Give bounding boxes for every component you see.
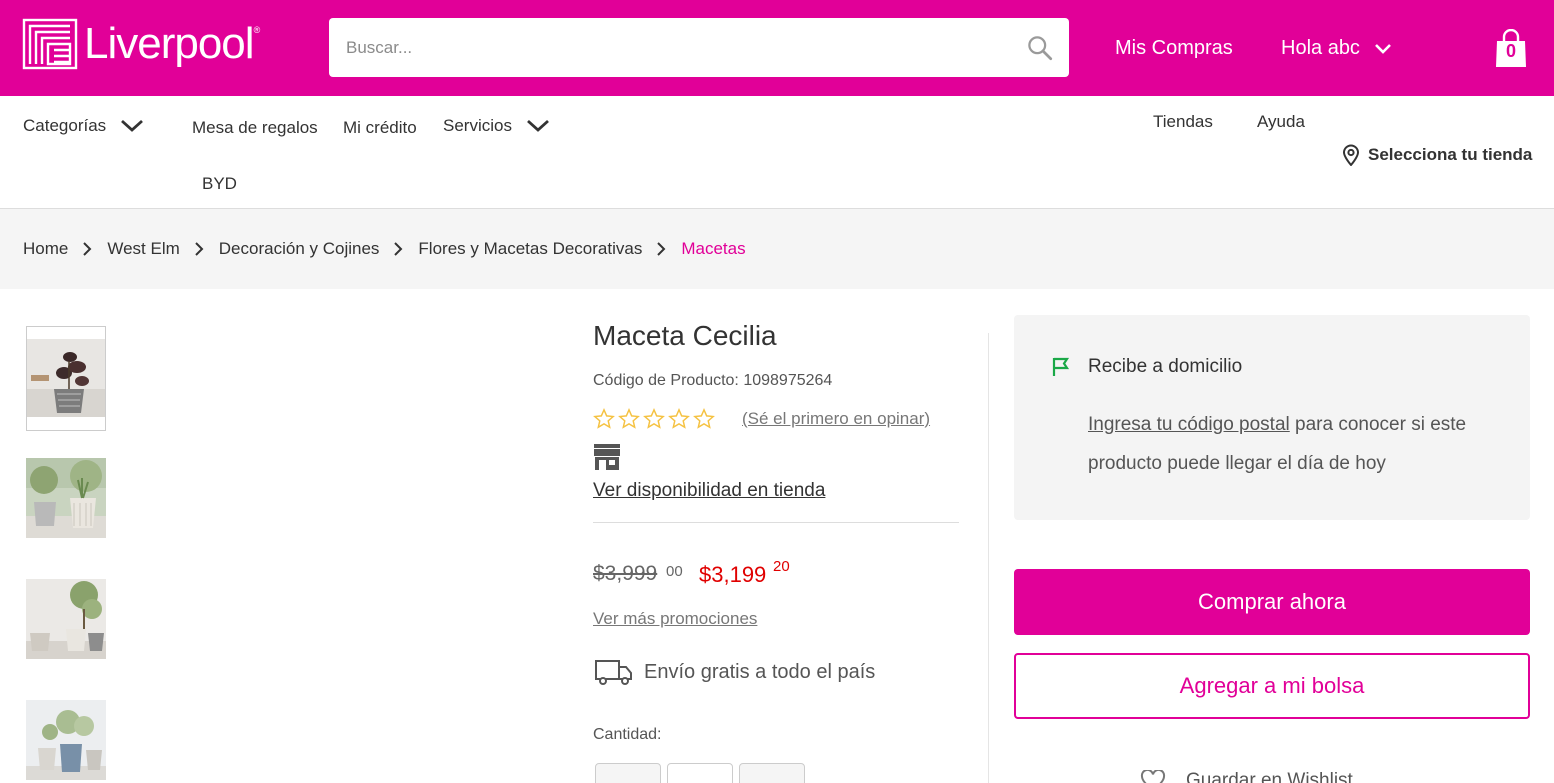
product-thumbnail-1[interactable] — [26, 326, 106, 431]
divider — [593, 522, 959, 523]
delivery-description: Ingresa tu código postal para conocer si… — [1088, 405, 1508, 483]
product-thumbnail-3[interactable] — [26, 579, 106, 659]
product-code: Código de Producto: 1098975264 — [593, 372, 833, 389]
quantity-decrease-button[interactable] — [595, 763, 661, 783]
original-price: $3,999 — [593, 562, 658, 585]
star-icon[interactable] — [618, 408, 640, 430]
chevron-right-icon — [657, 242, 666, 256]
logo-registered-mark: ® — [253, 25, 261, 35]
chevron-down-icon — [121, 119, 144, 132]
breadcrumb-home[interactable]: Home — [23, 239, 68, 259]
chevron-down-icon — [1375, 43, 1391, 54]
sale-price-cents: 20 — [773, 558, 790, 575]
star-icon[interactable] — [668, 408, 690, 430]
search-icon[interactable] — [1026, 34, 1053, 61]
search-input[interactable] — [329, 18, 1009, 77]
chevron-right-icon — [394, 242, 403, 256]
product-title: Maceta Cecilia — [593, 320, 777, 351]
chevron-down-icon — [527, 119, 549, 132]
chevron-right-icon — [195, 242, 204, 256]
liverpool-logo-mark-icon — [22, 18, 78, 70]
home-delivery-panel: Recibe a domicilio Ingresa tu código pos… — [1014, 315, 1530, 520]
search-box — [329, 18, 1069, 77]
select-store-label: Selecciona tu tienda — [1368, 145, 1533, 164]
heart-icon — [1140, 770, 1166, 783]
location-pin-icon — [1342, 144, 1360, 166]
more-promotions-link[interactable]: Ver más promociones — [593, 609, 757, 629]
breadcrumb-macetas: Macetas — [681, 239, 746, 258]
store-icon — [594, 444, 620, 470]
breadcrumb-west-elm[interactable]: West Elm — [107, 239, 179, 259]
liverpool-logo[interactable]: Liverpool ® — [22, 18, 260, 70]
product-thumbnail-2[interactable] — [26, 458, 106, 538]
bag-count: 0 — [1505, 41, 1516, 61]
main-nav: Categorías Mesa de regalos Mi crédito Se… — [0, 96, 1554, 209]
column-divider — [988, 333, 989, 783]
star-icon[interactable] — [593, 408, 615, 430]
ayuda-link[interactable]: Ayuda — [1257, 112, 1305, 132]
quantity-input[interactable] — [667, 763, 733, 783]
rating-stars[interactable] — [593, 408, 715, 430]
account-menu[interactable]: Hola abc — [1281, 37, 1392, 60]
sale-price: $3,199 — [699, 562, 767, 587]
categorias-menu[interactable]: Categorías — [23, 116, 144, 136]
plant-pot-image — [26, 700, 106, 780]
categorias-label: Categorías — [23, 116, 107, 135]
add-to-bag-button[interactable]: Agregar a mi bolsa — [1014, 653, 1530, 719]
first-review-link[interactable]: (Sé el primero en opinar) — [742, 409, 930, 429]
plant-pot-image — [26, 458, 106, 538]
delivery-title: Recibe a domicilio — [1088, 356, 1243, 377]
postal-code-link[interactable]: Ingresa tu código postal — [1088, 414, 1290, 435]
byd-link[interactable]: BYD — [202, 174, 237, 194]
chevron-right-icon — [83, 242, 92, 256]
mi-credito-link[interactable]: Mi crédito — [343, 118, 417, 138]
servicios-menu[interactable]: Servicios — [443, 116, 550, 136]
star-icon[interactable] — [693, 408, 715, 430]
original-price-cents: 00 — [666, 563, 683, 580]
select-store-link[interactable]: Selecciona tu tienda — [1342, 144, 1532, 166]
plant-pot-image — [27, 327, 105, 430]
shopping-bag-button[interactable]: 0 — [1494, 28, 1528, 69]
wishlist-label: Guardar en Wishlist — [1186, 770, 1353, 783]
tiendas-link[interactable]: Tiendas — [1153, 112, 1213, 132]
servicios-label: Servicios — [443, 116, 512, 135]
mis-compras-link[interactable]: Mis Compras — [1115, 37, 1233, 60]
plant-pot-image — [26, 579, 106, 659]
breadcrumb-flores[interactable]: Flores y Macetas Decorativas — [418, 239, 642, 259]
quantity-increase-button[interactable] — [739, 763, 805, 783]
breadcrumb: Home West Elm Decoración y Cojines Flore… — [0, 209, 1554, 289]
top-header: Liverpool ® Mis Compras Hola abc 0 — [0, 0, 1554, 96]
free-shipping-text: Envío gratis a todo el país — [644, 661, 876, 683]
star-icon[interactable] — [643, 408, 665, 430]
product-thumbnail-4[interactable] — [26, 700, 106, 780]
delivery-truck-icon — [595, 660, 632, 685]
flag-icon — [1052, 357, 1070, 376]
wishlist-button[interactable]: Guardar en Wishlist — [1140, 770, 1353, 783]
quantity-label: Cantidad: — [593, 726, 662, 743]
buy-now-button[interactable]: Comprar ahora — [1014, 569, 1530, 635]
logo-text: Liverpool — [84, 19, 255, 68]
store-availability-link[interactable]: Ver disponibilidad en tienda — [593, 480, 825, 502]
breadcrumb-decoracion[interactable]: Decoración y Cojines — [219, 239, 380, 259]
mesa-de-regalos-link[interactable]: Mesa de regalos — [192, 118, 318, 138]
greeting-label: Hola abc — [1281, 37, 1360, 59]
